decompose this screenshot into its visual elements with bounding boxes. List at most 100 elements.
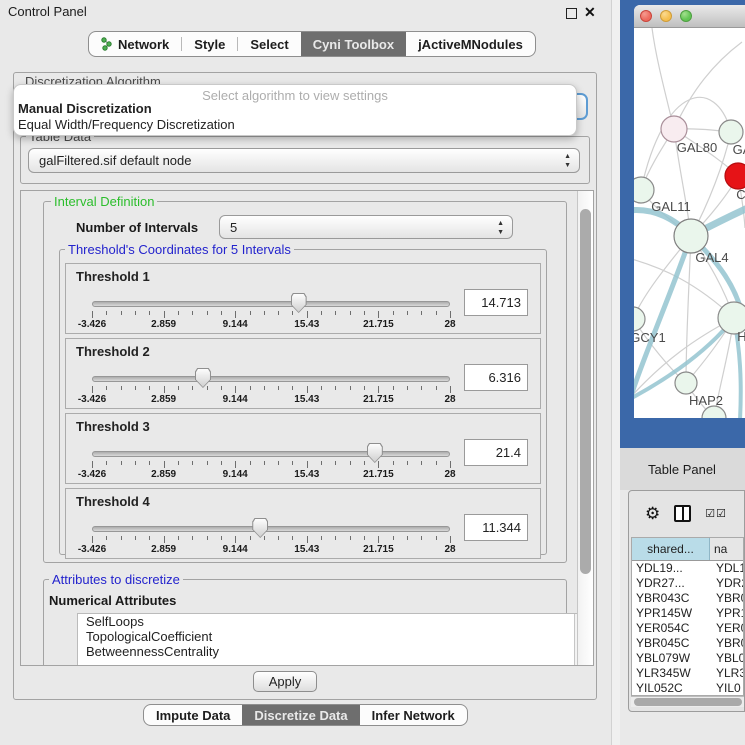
checkboxes-icon[interactable]: ☑☑ [705,507,727,520]
attribute-list-item[interactable]: TopologicalCoefficient [78,629,590,644]
threshold-slider-track[interactable] [92,526,450,532]
table-data-selected-value: galFiltered.sif default node [39,153,191,168]
close-icon[interactable]: ✕ [584,4,596,21]
gear-icon[interactable]: ⚙ [645,505,660,522]
network-node-label: GCY1 [634,330,666,345]
tab-jactivemnodules[interactable]: jActiveMNodules [406,32,535,56]
network-node-GAL4[interactable] [674,219,708,253]
network-node-label: GAL11 [651,199,691,214]
tab-label: Network [118,37,169,52]
threshold-panel-3: Threshold 3-3.4262.8599.14415.4321.71528… [65,413,541,484]
num-intervals-label: Number of Intervals [76,220,198,235]
table-panel-header-strip: Table Panel [620,448,745,490]
table-header-row: shared... na [632,538,743,561]
attributes-group-title: Attributes to discretize [49,572,183,587]
network-window-titlebar[interactable] [634,5,745,28]
table-cell-shared-name: YPR145W [632,606,710,621]
dropdown-option-equal-width-frequency[interactable]: Equal Width/Frequency Discretization [14,117,576,133]
table-cell-name: YPR1 [710,606,743,621]
slider-tick-marks [92,461,450,469]
attribute-list-item[interactable]: BetweennessCentrality [78,644,590,659]
table-row[interactable]: YER054CYER0 [632,621,743,636]
num-intervals-combobox[interactable]: 5 ▲▼ [219,215,513,239]
table-header-name[interactable]: na [710,538,743,560]
network-window-frame: GAL80GAGAL11CGAL4GCY1HHAP2 [620,0,745,448]
table-cell-shared-name: YBR043C [632,591,710,606]
threshold-value-field[interactable]: 14.713 [464,289,528,316]
table-row[interactable]: YBL079WYBL0 [632,651,743,666]
network-node-GAL80[interactable] [661,116,687,142]
table-cell-shared-name: YLR345W [632,666,710,681]
table-cell-shared-name: YDL19... [632,561,710,576]
network-node-label: H [737,329,745,344]
attribute-list-item[interactable]: SelfLoops [78,614,590,629]
threshold-slider-track[interactable] [92,451,450,457]
table-header-shared-name[interactable]: shared... [632,538,710,560]
panel-splitter[interactable] [611,0,620,745]
network-node-node-red[interactable] [725,163,745,189]
table-row[interactable]: YLR345WYLR3 [632,666,743,681]
app-root: Control Panel ✕ Network StyleSelectCyni T… [0,0,745,745]
slider-tick-labels: -3.4262.8599.14415.4321.71528 [92,394,450,406]
table-row[interactable]: YPR145WYPR1 [632,606,743,621]
table-row[interactable]: YDR27...YDR2 [632,576,743,591]
tab-style[interactable]: Style [182,32,237,56]
float-window-icon[interactable] [566,8,577,19]
network-node-node-top-right[interactable] [719,120,743,144]
minimize-traffic-light-icon[interactable] [660,10,672,22]
network-node-label: GA [733,142,745,157]
table-cell-name: YLR3 [710,666,743,681]
table-data-combobox[interactable]: galFiltered.sif default node ▲▼ [28,148,580,173]
zoom-traffic-light-icon[interactable] [680,10,692,22]
network-window: GAL80GAGAL11CGAL4GCY1HHAP2 [634,5,745,418]
table-cell-name: YDR2 [710,576,743,591]
tab-cyni-toolbox[interactable]: Cyni Toolbox [301,32,406,56]
tab-label: Discretize Data [254,708,347,723]
threshold-slider-thumb[interactable] [195,368,211,388]
cyni-bottom-tabbar: Impute Data Discretize Data Infer Network [143,704,468,726]
threshold-slider-thumb[interactable] [367,443,383,463]
settings-panel-scrollbar[interactable] [577,191,593,665]
threshold-value-field[interactable]: 6.316 [464,364,528,391]
table-horizontal-scrollbar[interactable] [631,696,744,707]
split-columns-icon[interactable] [674,505,691,522]
threshold-slider-track[interactable] [92,301,450,307]
tab-label: jActiveMNodules [418,37,523,52]
slider-tick-labels: -3.4262.8599.14415.4321.71528 [92,469,450,481]
network-node-label: GAL80 [677,140,717,155]
table-cell-shared-name: YBR045C [632,636,710,651]
network-node-HAP2[interactable] [675,372,697,394]
apply-button[interactable]: Apply [253,671,317,692]
spinner-arrows-icon: ▲▼ [564,152,571,170]
close-traffic-light-icon[interactable] [640,10,652,22]
threshold-slider-thumb[interactable] [252,518,268,538]
settings-scroll-panel: Interval Definition Number of Intervals … [20,190,594,666]
node-attribute-table[interactable]: shared... na YDL19...YDL1YDR27...YDR2YBR… [631,537,744,696]
tab-select[interactable]: Select [238,32,300,56]
control-panel-title: Control Panel [8,4,87,19]
table-cell-shared-name: YER054C [632,621,710,636]
network-canvas[interactable]: GAL80GAGAL11CGAL4GCY1HHAP2 [634,28,745,418]
bottom-tab-infer-network[interactable]: Infer Network [360,705,467,725]
threshold-slider-track[interactable] [92,376,450,382]
table-cell-shared-name: YDR27... [632,576,710,591]
threshold-value-field[interactable]: 11.344 [464,514,528,541]
table-row[interactable]: YBR043CYBR0 [632,591,743,606]
table-row[interactable]: YIL052CYIL0 [632,681,743,696]
bottom-tab-impute-data[interactable]: Impute Data [144,705,242,725]
tab-label: Impute Data [156,708,230,723]
network-edge [652,28,674,129]
threshold-panel-4: Threshold 4-3.4262.8599.14415.4321.71528… [65,488,541,559]
dropdown-option-manual-discretization[interactable]: Manual Discretization [14,101,576,117]
tab-network[interactable]: Network [89,32,181,56]
control-panel-tabbar: Network StyleSelectCyni Toolbox jActiveMNo… [88,31,536,57]
bottom-tab-discretize-data[interactable]: Discretize Data [242,705,359,725]
table-row[interactable]: YBR045CYBR0 [632,636,743,651]
table-row[interactable]: YDL19...YDL1 [632,561,743,576]
network-node-label: C [736,187,745,202]
slider-tick-marks [92,536,450,544]
threshold-slider-thumb[interactable] [291,293,307,313]
numerical-attributes-list[interactable]: SelfLoopsTopologicalCoefficientBetweenne… [77,613,591,666]
network-node-GCY1[interactable] [634,307,645,331]
threshold-value-field[interactable]: 21.4 [464,439,528,466]
